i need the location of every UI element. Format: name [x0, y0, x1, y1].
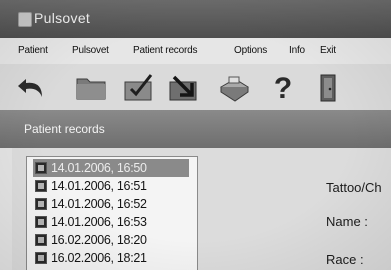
svg-text:?: ? — [274, 72, 292, 105]
record-icon — [35, 180, 47, 192]
menu-patient-records[interactable]: Patient records — [133, 45, 197, 56]
record-row[interactable]: 14.01.2006, 16:53 — [33, 213, 189, 231]
help-icon: ? — [274, 72, 292, 105]
undo-icon — [18, 79, 42, 97]
edit-button[interactable] — [119, 69, 157, 105]
exit-button[interactable] — [310, 69, 348, 105]
record-row[interactable]: 14.01.2006, 16:52 — [33, 195, 189, 213]
record-date: 14.01.2006, 16:52 — [51, 197, 147, 211]
record-icon — [35, 162, 47, 174]
menu-info[interactable]: Info — [289, 45, 305, 56]
record-date: 14.01.2006, 16:50 — [51, 161, 147, 175]
record-date: 14.01.2006, 16:53 — [51, 215, 147, 229]
record-icon — [35, 252, 47, 264]
record-icon — [35, 216, 47, 228]
record-list[interactable]: 14.01.2006, 16:50 14.01.2006, 16:51 14.0… — [26, 156, 198, 270]
name-label: Name : — [326, 214, 368, 229]
help-button[interactable]: ? — [264, 69, 302, 105]
record-row[interactable]: 14.01.2006, 16:51 — [33, 177, 189, 195]
exit-door-icon — [320, 74, 336, 102]
title-bar: Pulsovet — [0, 0, 391, 38]
menu-bar: Patient Pulsovet Patient records Options… — [0, 38, 391, 65]
menu-exit[interactable]: Exit — [320, 45, 336, 56]
menu-pulsovet[interactable]: Pulsovet — [72, 45, 109, 56]
undo-button[interactable] — [14, 69, 52, 105]
record-date: 16.02.2006, 18:20 — [51, 233, 147, 247]
window-title: Pulsovet — [34, 10, 91, 26]
record-icon — [35, 234, 47, 246]
record-row[interactable]: 16.02.2006, 18:21 — [33, 249, 189, 267]
panel-title: Patient records — [24, 122, 105, 136]
record-row[interactable]: 14.01.2006, 16:50 — [33, 159, 189, 177]
patient-detail-fields: Tattoo/Ch Name : Race : — [308, 148, 391, 270]
record-row[interactable]: 16.02.2006, 18:20 — [33, 231, 189, 249]
toolbar: ? — [0, 64, 391, 111]
tattoo-label: Tattoo/Ch — [326, 180, 382, 195]
race-label: Race : — [326, 252, 364, 267]
folder-icon — [76, 78, 106, 100]
menu-options[interactable]: Options — [234, 45, 267, 56]
pulsovet-window: Pulsovet Patient Pulsovet Patient record… — [0, 0, 391, 270]
app-icon — [18, 12, 32, 27]
record-icon — [35, 198, 47, 210]
export-icon — [169, 75, 197, 101]
edit-document-icon — [124, 74, 153, 101]
record-date: 16.02.2006, 18:21 — [51, 251, 147, 265]
open-button[interactable] — [72, 69, 110, 105]
print-icon — [220, 76, 249, 102]
print-button[interactable] — [215, 69, 253, 105]
patient-records-header: Patient records — [0, 110, 391, 148]
export-button[interactable] — [164, 69, 202, 105]
record-date: 14.01.2006, 16:51 — [51, 179, 147, 193]
menu-patient[interactable]: Patient — [18, 45, 48, 56]
